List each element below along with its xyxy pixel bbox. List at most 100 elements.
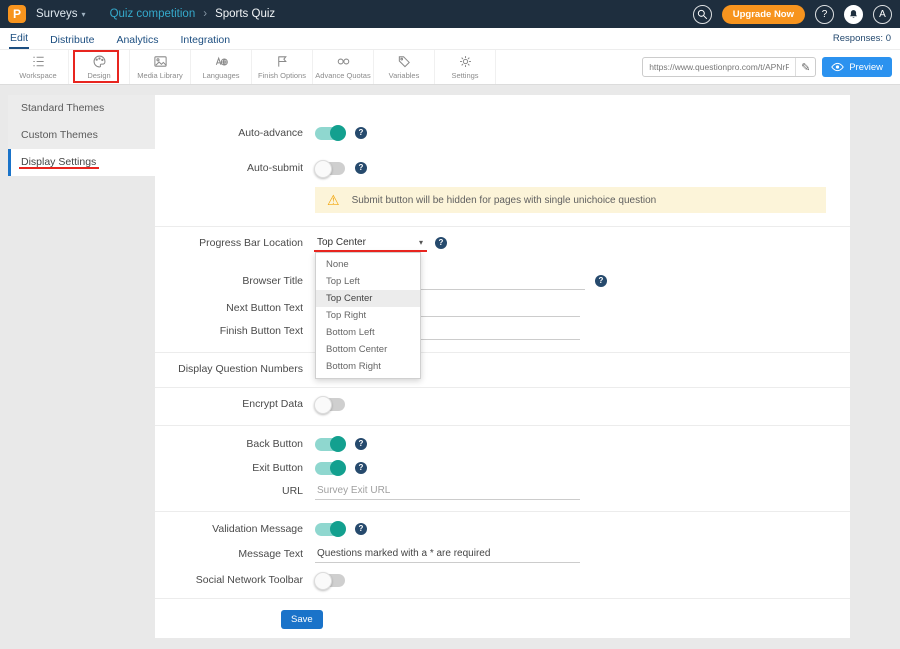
upgrade-button[interactable]: Upgrade Now xyxy=(722,5,805,24)
search-button[interactable] xyxy=(693,5,712,24)
toolbar-item-label: Settings xyxy=(451,71,478,80)
divider xyxy=(155,387,850,388)
exit-url-label: URL xyxy=(155,481,303,501)
help-icon[interactable]: ? xyxy=(355,127,367,139)
design-icon xyxy=(92,54,107,69)
divider xyxy=(155,598,850,599)
social-network-toolbar-toggle[interactable] xyxy=(315,574,345,587)
menu-option-none[interactable]: None xyxy=(316,256,420,273)
help-icon[interactable]: ? xyxy=(355,162,367,174)
survey-toolbar: Workspace Design Media Library Languages xyxy=(0,50,900,85)
workspace-icon xyxy=(31,54,46,69)
chevron-down-icon: ▾ xyxy=(419,234,423,251)
tab-integration[interactable]: Integration xyxy=(179,31,231,49)
account-avatar[interactable]: A xyxy=(873,5,892,24)
menu-option-bottom-right[interactable]: Bottom Right xyxy=(316,358,420,375)
help-icon[interactable]: ? xyxy=(595,275,607,287)
finish-button-text-label: Finish Button Text xyxy=(155,321,303,341)
breadcrumb: Quiz competition › Sports Quiz xyxy=(110,8,276,20)
surveys-label: Surveys xyxy=(36,8,78,20)
toolbar-item-languages[interactable]: Languages xyxy=(191,50,252,84)
sidebar-item-standard-themes[interactable]: Standard Themes xyxy=(8,95,155,122)
toolbar-item-settings[interactable]: Settings xyxy=(435,50,496,84)
design-sidebar: Standard Themes Custom Themes Display Se… xyxy=(8,95,155,176)
tab-distribute[interactable]: Distribute xyxy=(49,31,95,49)
languages-icon xyxy=(214,54,229,69)
toolbar-item-label: Variables xyxy=(389,71,420,80)
divider xyxy=(155,226,850,227)
warning-text: Submit button will be hidden for pages w… xyxy=(352,195,657,206)
menu-option-bottom-left[interactable]: Bottom Left xyxy=(316,324,420,341)
help-icon[interactable]: ? xyxy=(355,438,367,450)
warning-icon: ⚠ xyxy=(327,193,340,207)
selected-option: Top Center xyxy=(317,237,366,248)
encrypt-data-toggle[interactable] xyxy=(315,398,345,411)
breadcrumb-separator-icon: › xyxy=(203,8,207,20)
display-settings-panel: Auto-advance ? Auto-submit ? ⚠ Submit bu… xyxy=(155,95,850,638)
social-network-toolbar-label: Social Network Toolbar xyxy=(155,570,303,590)
toolbar-item-label: Design xyxy=(87,71,110,80)
sidebar-item-display-settings[interactable]: Display Settings xyxy=(8,149,155,176)
chevron-down-icon: ▾ xyxy=(82,10,86,19)
toolbar-item-media-library[interactable]: Media Library xyxy=(130,50,191,84)
setting-row-validation-message: Validation Message ? xyxy=(155,519,850,539)
design-content: Standard Themes Custom Themes Display Se… xyxy=(0,85,900,649)
surveys-menu[interactable]: Surveys ▾ xyxy=(36,8,86,20)
toolbar-item-label: Media Library xyxy=(137,71,182,80)
tab-edit[interactable]: Edit xyxy=(9,29,29,49)
menu-option-top-center[interactable]: Top Center xyxy=(316,290,420,307)
back-button-label: Back Button xyxy=(155,434,303,454)
breadcrumb-parent[interactable]: Quiz competition xyxy=(110,8,196,20)
search-icon xyxy=(697,9,708,20)
tab-analytics[interactable]: Analytics xyxy=(115,31,159,49)
preview-button[interactable]: Preview xyxy=(822,57,892,77)
preview-label: Preview xyxy=(849,62,883,73)
help-icon[interactable]: ? xyxy=(435,237,447,249)
display-question-numbers-label: Display Question Numbers xyxy=(155,359,303,379)
progress-bar-location-label: Progress Bar Location xyxy=(155,233,303,253)
message-text-input[interactable] xyxy=(315,546,580,563)
toolbar-item-workspace[interactable]: Workspace xyxy=(8,50,69,84)
media-library-icon xyxy=(153,54,168,69)
setting-row-next-button-text: Next Button Text xyxy=(155,298,850,318)
toolbar-item-finish-options[interactable]: Finish Options xyxy=(252,50,313,84)
toolbar-item-label: Advance Quotas xyxy=(315,71,370,80)
survey-url-input[interactable] xyxy=(643,62,795,72)
progress-bar-location-menu: None Top Left Top Center Top Right Botto… xyxy=(315,252,421,379)
toolbar-item-advance-quotas[interactable]: Advance Quotas xyxy=(313,50,374,84)
menu-option-top-left[interactable]: Top Left xyxy=(316,273,420,290)
survey-exit-url-input[interactable] xyxy=(315,483,580,500)
questionpro-logo[interactable]: P xyxy=(8,5,26,23)
setting-row-exit-button: Exit Button ? xyxy=(155,458,850,478)
exit-button-toggle[interactable] xyxy=(315,462,345,475)
back-button-toggle[interactable] xyxy=(315,438,345,451)
warning-banner: ⚠ Submit button will be hidden for pages… xyxy=(315,187,826,213)
save-button[interactable]: Save xyxy=(281,610,323,629)
notifications-button[interactable] xyxy=(844,5,863,24)
toolbar-item-variables[interactable]: Variables xyxy=(374,50,435,84)
next-button-text-label: Next Button Text xyxy=(155,298,303,318)
toolbar-item-design[interactable]: Design xyxy=(69,50,130,84)
menu-option-top-right[interactable]: Top Right xyxy=(316,307,420,324)
message-text-label: Message Text xyxy=(155,544,303,564)
auto-submit-label: Auto-submit xyxy=(155,158,303,178)
toolbar-item-label: Finish Options xyxy=(258,71,306,80)
menu-option-bottom-center[interactable]: Bottom Center xyxy=(316,341,420,358)
progress-bar-location-select[interactable]: Top Center ▾ xyxy=(315,234,425,252)
encrypt-data-label: Encrypt Data xyxy=(155,394,303,414)
survey-url-box: ✎ xyxy=(642,57,816,77)
auto-submit-toggle[interactable] xyxy=(315,162,345,175)
edit-url-icon[interactable]: ✎ xyxy=(795,58,815,76)
sidebar-item-custom-themes[interactable]: Custom Themes xyxy=(8,122,155,149)
auto-advance-toggle[interactable] xyxy=(315,127,345,140)
toolbar-item-label: Languages xyxy=(202,71,239,80)
setting-row-progress-bar: Progress Bar Location Top Center ▾ ? xyxy=(155,233,850,253)
advance-quotas-icon xyxy=(336,54,351,69)
help-icon[interactable]: ? xyxy=(355,523,367,535)
validation-message-toggle[interactable] xyxy=(315,523,345,536)
exit-button-label: Exit Button xyxy=(155,458,303,478)
setting-row-finish-button-text: Finish Button Text xyxy=(155,321,850,341)
help-icon[interactable]: ? xyxy=(355,462,367,474)
help-button[interactable]: ? xyxy=(815,5,834,24)
setting-row-auto-submit: Auto-submit ? xyxy=(155,158,850,178)
